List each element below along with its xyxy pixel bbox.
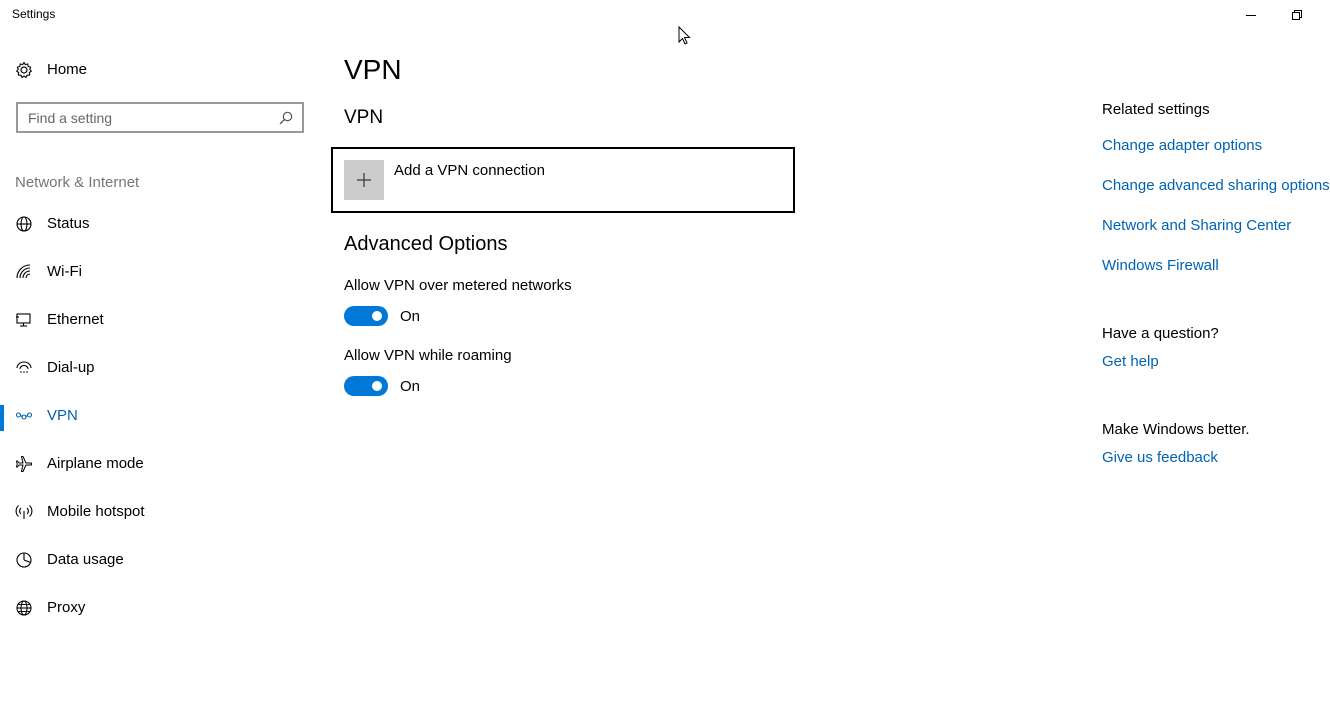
related-settings-heading: Related settings (1102, 101, 1210, 118)
sidebar-item-airplane-mode[interactable]: Airplane mode (0, 442, 320, 490)
sidebar-item-label: Mobile hotspot (47, 503, 145, 520)
advanced-options-title: Advanced Options (344, 233, 508, 255)
search-icon[interactable] (279, 111, 293, 130)
section-label: Network & Internet (15, 174, 140, 191)
sidebar-item-label: Data usage (47, 551, 124, 568)
sidebar-item-home[interactable]: Home (0, 56, 320, 84)
sidebar-item-proxy[interactable]: Proxy (0, 586, 320, 634)
restore-button[interactable] (1274, 0, 1320, 30)
globe-status-icon (15, 215, 33, 233)
sidebar-item-label: Status (47, 215, 90, 232)
search-box (16, 102, 304, 133)
change-advanced-sharing-link[interactable]: Change advanced sharing options (1102, 177, 1330, 194)
get-help-link[interactable]: Get help (1102, 353, 1159, 370)
sidebar-item-label: Wi-Fi (47, 263, 82, 280)
ethernet-icon (15, 311, 33, 329)
sidebar-item-label: Ethernet (47, 311, 104, 328)
search-input[interactable] (18, 104, 270, 131)
airplane-icon (15, 455, 33, 473)
section-title: VPN (344, 107, 384, 128)
mouse-cursor-icon (678, 26, 691, 45)
plus-tile (344, 160, 384, 200)
sidebar-item-status[interactable]: Status (0, 202, 320, 250)
metered-networks-state: On (400, 308, 421, 325)
title-bar: Settings (0, 0, 1330, 30)
sidebar-item-label: Dial-up (47, 359, 95, 376)
sidebar-item-dialup[interactable]: Dial-up (0, 346, 320, 394)
sidebar-item-label: Home (47, 61, 88, 78)
sidebar-nav-list: Status Wi-Fi Ethernet Dial-up VPN Airpla… (0, 202, 320, 634)
sidebar-item-vpn[interactable]: VPN (0, 394, 320, 442)
minimize-button[interactable] (1228, 0, 1274, 30)
metered-networks-toggle[interactable] (344, 306, 388, 326)
plus-icon (357, 173, 371, 187)
give-feedback-link[interactable]: Give us feedback (1102, 449, 1218, 466)
vpn-icon (15, 407, 33, 425)
sidebar-item-data-usage[interactable]: Data usage (0, 538, 320, 586)
sidebar-item-ethernet[interactable]: Ethernet (0, 298, 320, 346)
sidebar-item-label: Airplane mode (47, 455, 144, 472)
window-title: Settings (12, 7, 56, 21)
metered-networks-label: Allow VPN over metered networks (344, 277, 572, 294)
sidebar-item-label: VPN (47, 407, 78, 424)
dialup-icon (15, 359, 33, 377)
windows-firewall-link[interactable]: Windows Firewall (1102, 257, 1219, 274)
sidebar-item-mobile-hotspot[interactable]: Mobile hotspot (0, 490, 320, 538)
sidebar-item-label: Proxy (47, 599, 86, 616)
change-adapter-options-link[interactable]: Change adapter options (1102, 137, 1262, 154)
minimize-icon (1246, 14, 1256, 16)
restore-icon (1292, 10, 1302, 20)
hotspot-icon (15, 503, 33, 521)
page-title: VPN (344, 54, 402, 85)
toggle-knob (372, 381, 382, 391)
gear-icon (15, 61, 33, 84)
proxy-globe-icon (15, 599, 33, 617)
feedback-heading: Make Windows better. (1102, 421, 1250, 438)
toggle-knob (372, 311, 382, 321)
network-sharing-center-link[interactable]: Network and Sharing Center (1102, 217, 1291, 234)
active-indicator (0, 405, 4, 431)
wifi-icon (15, 263, 33, 281)
roaming-label: Allow VPN while roaming (344, 347, 512, 364)
add-vpn-connection-button[interactable]: Add a VPN connection (331, 147, 795, 213)
data-usage-icon (15, 551, 33, 569)
roaming-toggle[interactable] (344, 376, 388, 396)
question-heading: Have a question? (1102, 325, 1219, 342)
roaming-state: On (400, 378, 421, 395)
settings-window: Settings Home Find a setting Network & I… (0, 0, 1330, 723)
sidebar-item-wifi[interactable]: Wi-Fi (0, 250, 320, 298)
add-vpn-label: Add a VPN connection (394, 162, 545, 179)
